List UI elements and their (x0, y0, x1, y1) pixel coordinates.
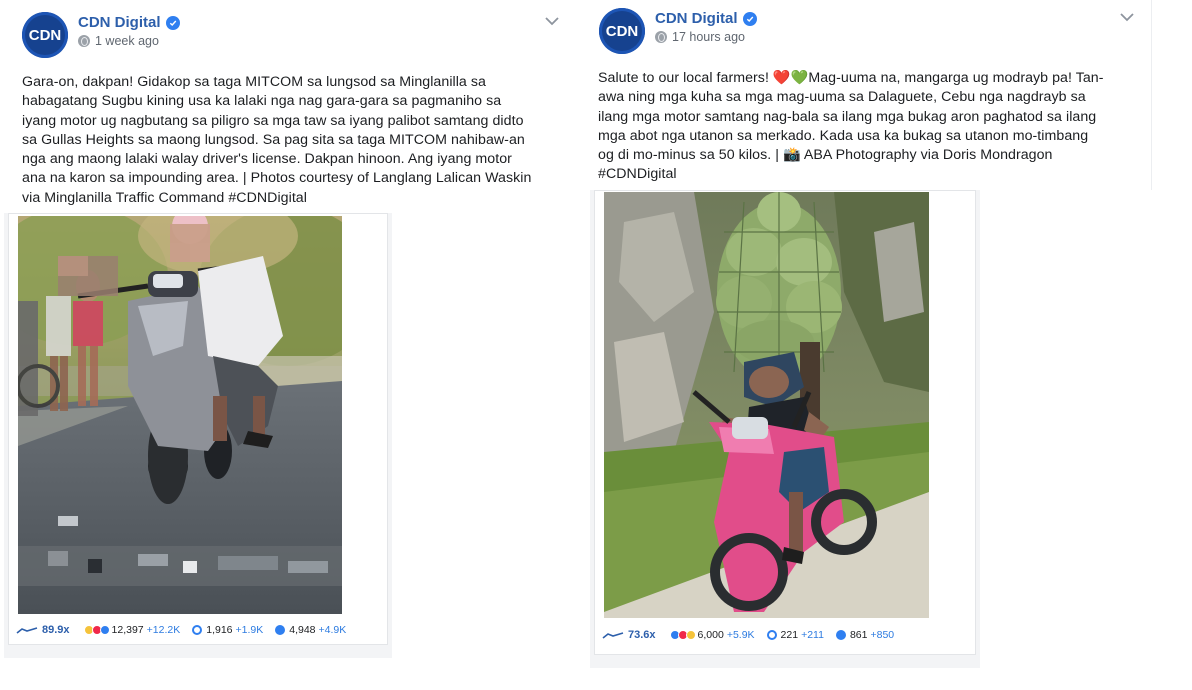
post-text-line: og di mo-minus sa 50 kilos. | 📸 ABA Phot… (598, 147, 1053, 164)
reactions-count: 6,000 (697, 629, 724, 641)
page-name-link[interactable]: CDN Digital (655, 10, 738, 27)
post-text-line: iyang motor ug nagbutang sa piligro sa m… (22, 112, 524, 129)
reactions-count: 12,397 (111, 624, 144, 636)
post-text-line: ana na karon sa impounding area. | Photo… (22, 170, 532, 187)
reactions-delta: +5.9K (726, 629, 755, 641)
post-text: Salute to our local farmers! ❤️💚Mag-uuma… (598, 69, 1150, 185)
globe-icon (78, 35, 90, 47)
comments-delta: +211 (801, 629, 824, 641)
post-text-line: awa ning mga kuha sa mga mag-uuma sa Dal… (598, 89, 1086, 106)
reaction-emoji-icons[interactable] (83, 625, 110, 635)
post-text-line: via Minglanilla Traffic Command #CDNDigi… (22, 189, 307, 206)
avatar[interactable]: CDN (599, 8, 645, 54)
post-timestamp[interactable]: 1 week ago (95, 34, 159, 48)
post-text-line: Salute to our local farmers! ❤️💚Mag-uuma… (598, 70, 1104, 86)
verified-badge-icon (742, 11, 757, 26)
avatar-label: CDN (28, 26, 62, 44)
shares-delta: +4.9K (318, 624, 347, 636)
post-stats: 89.9x 12,397 +12.2K 1,916 +1.9K 4,948 +4… (16, 624, 346, 636)
verified-badge-icon (165, 15, 180, 30)
reactions-delta: +12.2K (146, 624, 181, 636)
trend-value: 89.9x (42, 624, 70, 636)
post-text-line: #CDNDigital (598, 166, 677, 183)
post-stats: 73.6x 6,000 +5.9K 221 +211 861 +850 (602, 629, 894, 641)
page-name-link[interactable]: CDN Digital (78, 14, 161, 31)
comment-icon[interactable] (192, 625, 203, 635)
post-header: CDN CDN Digital 17 hours ago (599, 8, 757, 54)
post-text-line: Gara-on, dakpan! Gidakop sa taga MITCOM … (22, 74, 486, 90)
avatar-label: CDN (605, 22, 639, 40)
post-text-line: mga abot nga utanon sa merkado. Kada usa… (598, 127, 1089, 144)
post-text-line: sa Gullas Heights sa maong lungsod. Sa p… (22, 131, 525, 148)
shares-count: 861 (849, 629, 868, 641)
reaction-emoji-icons[interactable] (669, 630, 696, 640)
post-card: CDN CDN Digital 1 week ago Gara-on, dakp… (0, 0, 578, 690)
post-card: CDN CDN Digital 17 hours ago Salute to o… (578, 0, 1192, 690)
post-text: Gara-on, dakpan! Gidakop sa taga MITCOM … (22, 73, 574, 208)
globe-icon (655, 31, 667, 43)
chevron-down-icon[interactable] (1119, 12, 1135, 22)
share-icon[interactable] (835, 630, 846, 640)
trend-value: 73.6x (628, 629, 656, 641)
comments-delta: +1.9K (235, 624, 264, 636)
shares-delta: +850 (870, 629, 895, 641)
trend-line-icon (602, 632, 624, 639)
post-photo[interactable] (18, 216, 342, 614)
post-text-line: habagatang Sugbu kining usa ka lalaki ng… (22, 93, 502, 110)
post-text-line: ilang mga motor samtang nag-bala sa ilan… (598, 108, 1097, 125)
post-photo[interactable] (604, 192, 929, 618)
post-timestamp[interactable]: 17 hours ago (672, 30, 745, 44)
chevron-down-icon[interactable] (544, 16, 560, 26)
avatar[interactable]: CDN (22, 12, 68, 58)
share-icon[interactable] (275, 625, 286, 635)
trend-line-icon (16, 627, 38, 634)
post-header: CDN CDN Digital 1 week ago (22, 12, 180, 58)
shares-count: 4,948 (289, 624, 316, 636)
comment-icon[interactable] (766, 630, 777, 640)
comments-count: 221 (780, 629, 799, 641)
comments-count: 1,916 (206, 624, 233, 636)
post-text-line: nga ang maong lalaki walay driver's lice… (22, 151, 512, 168)
